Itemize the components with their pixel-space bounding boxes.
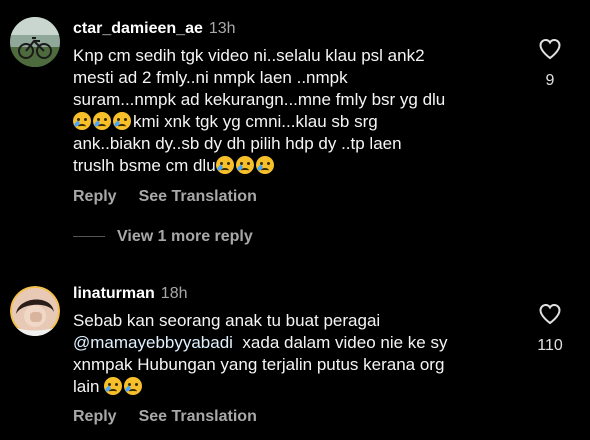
profile-photo-avatar-icon — [10, 286, 60, 336]
like-count: 110 — [537, 337, 563, 354]
comment-line-with-emoji: lain — [73, 376, 513, 398]
crying-face-emoji-icon — [255, 156, 274, 174]
comment-actions: Reply See Translation — [73, 188, 279, 206]
username-text[interactable]: linaturman — [73, 285, 155, 302]
heart-icon[interactable] — [538, 37, 562, 61]
comment-line: mesti ad 2 fmly..ni nmpk laen ..nmpk — [73, 68, 348, 87]
comment-line-with-emoji: truslh bsme cm dlu — [73, 155, 513, 177]
comment-body: Knp cm sedih tgk video ni..selalu klau p… — [73, 45, 513, 177]
comment-line: truslh bsme cm dlu — [73, 156, 216, 175]
view-more-replies-label[interactable]: View 1 more reply — [117, 228, 253, 245]
bicycle-photo-avatar-icon — [10, 17, 60, 67]
see-translation-button[interactable]: See Translation — [139, 188, 257, 205]
avatar[interactable] — [10, 17, 60, 67]
crying-face-emoji-icon — [215, 156, 234, 174]
comment-line: lain — [73, 377, 100, 396]
comment-actions: Reply See Translation — [73, 408, 279, 426]
comment-line: kmi xnk tgk yg cmni...klau sb srg — [133, 112, 378, 131]
reply-button[interactable]: Reply — [73, 408, 117, 425]
crying-face-emoji-icon — [104, 377, 123, 395]
crying-face-emoji-icon — [93, 112, 111, 130]
mention-link[interactable]: @mamayebbyyabadi — [73, 333, 233, 352]
reply-button[interactable]: Reply — [73, 188, 117, 205]
comment-username[interactable]: ctar_damieen_ae 13h — [73, 20, 236, 38]
crying-face-emoji-icon — [113, 112, 131, 130]
crying-face-emoji-icon — [235, 156, 254, 174]
comment-line-with-emoji: kmi xnk tgk yg cmni...klau sb srg — [73, 111, 513, 133]
comment-line-with-mention: @mamayebbyyabadi xada dalam video nie ke… — [73, 332, 513, 354]
username-text[interactable]: ctar_damieen_ae — [73, 20, 203, 37]
comment-username[interactable]: linaturman 18h — [73, 285, 188, 303]
comment-body: Sebab kan seorang anak tu buat peragai @… — [73, 310, 513, 398]
reply-thread-divider — [73, 236, 105, 238]
comment-time: 13h — [208, 20, 236, 37]
comment-line: ank..biakn dy..sb dy dh pilih hdp dy ..t… — [73, 134, 402, 153]
comment-line: suram...nmpk ad kekurangn...mne fmly bsr… — [73, 90, 446, 109]
comment-line: xada dalam video nie ke sy — [242, 333, 448, 352]
crying-face-emoji-icon — [73, 112, 91, 130]
avatar[interactable] — [10, 286, 60, 336]
comment-line: xnmpak Hubungan yang terjalin putus kera… — [73, 355, 445, 374]
see-translation-button[interactable]: See Translation — [139, 408, 257, 425]
heart-icon[interactable] — [538, 302, 562, 326]
like-count: 9 — [545, 72, 555, 89]
view-more-replies-button[interactable]: View 1 more reply — [73, 228, 253, 246]
crying-face-emoji-icon — [124, 377, 143, 395]
comment-time: 18h — [160, 285, 188, 302]
comment-line: Sebab kan seorang anak tu buat peragai — [73, 311, 381, 330]
comment-line: Knp cm sedih tgk video ni..selalu klau p… — [73, 46, 425, 65]
